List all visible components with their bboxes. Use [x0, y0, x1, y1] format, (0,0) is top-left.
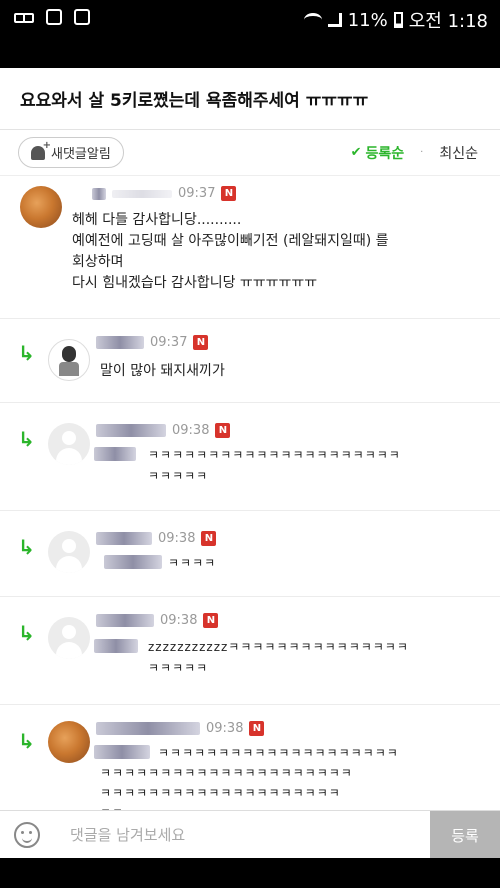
reply-arrow-icon: ↳ — [18, 427, 35, 451]
post-title: 요요와서 살 5키로쪘는데 욕좀해주세여 ㅠㅠㅠㅠ — [20, 91, 369, 111]
comment-meta: 09:38 N — [96, 721, 265, 736]
submit-button[interactable]: 등록 — [430, 811, 500, 858]
author-name-redacted[interactable] — [96, 614, 154, 627]
comment-text: 헤헤 다들 감사합니당.......... 예예전에 고딩때 살 아주많이빼기전… — [72, 212, 389, 291]
author-name-redacted — [112, 189, 172, 198]
comment-text: zzzzzzzzzzzㅋㅋㅋㅋㅋㅋㅋㅋㅋㅋㅋㅋㅋㅋㅋ ㅋㅋㅋㅋㅋ — [148, 640, 409, 675]
new-badge: N — [201, 531, 217, 546]
mention-redacted — [104, 555, 162, 569]
bell-icon — [31, 140, 51, 160]
avatar[interactable] — [20, 186, 62, 228]
comment-text: ㅋㅋㅋㅋ — [168, 556, 217, 570]
comment-meta: 09:37 N — [92, 186, 237, 201]
comment-time: 09:38 — [160, 613, 198, 628]
battery-percent: 11% — [347, 9, 388, 31]
sort-separator: · — [420, 147, 424, 158]
comment-toolbar: 새댓글알림 ✔ 등록순 · 최신순 — [0, 130, 500, 176]
reply-arrow-icon: ↳ — [18, 729, 35, 753]
avatar[interactable] — [48, 721, 90, 763]
notification-icons — [14, 9, 90, 25]
author-name-redacted[interactable] — [96, 532, 152, 545]
battery-icon — [393, 12, 403, 28]
reply-arrow-icon: ↳ — [18, 341, 35, 365]
new-comment-alert-button[interactable]: 새댓글알림 — [18, 137, 124, 168]
sort-options: ✔ 등록순 · 최신순 — [351, 143, 478, 163]
sort-by-registered[interactable]: ✔ 등록순 — [351, 143, 405, 163]
comment-input[interactable] — [70, 819, 410, 851]
comment-screen: 요요와서 살 5키로쪘는데 욕좀해주세여 ㅠㅠㅠㅠ 새댓글알림 ✔ 등록순 · … — [0, 68, 500, 858]
comment-time: 09:37 — [150, 335, 188, 350]
new-badge: N — [193, 335, 209, 350]
signal-icon — [327, 13, 342, 27]
avatar[interactable] — [48, 617, 90, 659]
check-icon: ✔ — [350, 145, 362, 160]
avatar[interactable] — [48, 531, 90, 573]
doc-icon — [74, 9, 90, 25]
alert-label: 새댓글알림 — [51, 147, 111, 162]
comment-item: 09:37 N 헤헤 다들 감사합니당.......... 예예전에 고딩때 살… — [0, 176, 500, 319]
comment-time: 09:37 — [178, 186, 216, 201]
author-name-redacted[interactable] — [96, 722, 200, 735]
comment-meta: 09:38 N — [96, 423, 231, 438]
comment-time: 09:38 — [172, 423, 210, 438]
author-name-redacted[interactable] — [96, 336, 144, 349]
comment-input-bar: 등록 — [0, 810, 500, 858]
reply-item: ↳ 09:38 N zzzzzzzzzzzㅋㅋㅋㅋㅋㅋㅋㅋㅋㅋㅋㅋㅋㅋㅋ ㅋㅋㅋ… — [0, 597, 500, 705]
avatar[interactable] — [48, 339, 90, 381]
new-badge: N — [249, 721, 265, 736]
system-status: 11% 오전 1:18 — [303, 7, 488, 33]
new-badge: N — [221, 186, 237, 201]
status-gap — [0, 38, 500, 68]
wifi-icon — [303, 13, 322, 27]
bottom-bezel — [0, 858, 500, 888]
avatar[interactable] — [48, 423, 90, 465]
sort-by-latest[interactable]: 최신순 — [439, 143, 478, 163]
reply-item: ↳ 09:38 N ㅋㅋㅋㅋㅋㅋㅋㅋㅋㅋㅋㅋㅋㅋㅋㅋㅋㅋㅋㅋㅋ ㅋㅋㅋㅋㅋ — [0, 403, 500, 511]
comment-meta: 09:37 N — [96, 335, 209, 350]
comment-meta: 09:38 N — [96, 613, 219, 628]
glasses-icon — [14, 9, 34, 25]
comment-time: 09:38 — [158, 531, 196, 546]
author-name-redacted[interactable] — [96, 424, 166, 437]
clock: 오전 1:18 — [408, 11, 488, 32]
reply-item: ↳ 09:38 N ㅋㅋㅋㅋㅋㅋㅋㅋㅋㅋㅋㅋㅋㅋㅋㅋㅋㅋㅋㅋ ㅋㅋㅋㅋㅋㅋㅋㅋㅋ… — [0, 705, 500, 825]
new-badge: N — [215, 423, 231, 438]
comment-time: 09:38 — [206, 721, 244, 736]
comment-text: ㅋㅋㅋㅋㅋㅋㅋㅋㅋㅋㅋㅋㅋㅋㅋㅋㅋㅋㅋㅋㅋ ㅋㅋㅋㅋㅋ — [148, 448, 401, 483]
comment-text: 말이 많아 돼지새끼가 — [100, 363, 225, 379]
mention-redacted — [94, 447, 136, 461]
post-header: 요요와서 살 5키로쪘는데 욕좀해주세여 ㅠㅠㅠㅠ — [0, 68, 500, 130]
new-badge: N — [203, 613, 219, 628]
reply-arrow-icon: ↳ — [18, 621, 35, 645]
mention-redacted — [94, 639, 138, 653]
image-icon — [46, 9, 62, 25]
emoji-icon[interactable] — [14, 821, 40, 848]
sort-active-label: 등록순 — [365, 145, 405, 162]
author-name-redacted[interactable] — [92, 187, 106, 200]
comment-meta: 09:38 N — [96, 531, 217, 546]
reply-arrow-icon: ↳ — [18, 535, 35, 559]
reply-item: ↳ 09:38 N ㅋㅋㅋㅋ — [0, 511, 500, 597]
status-bar: 11% 오전 1:18 — [0, 0, 500, 38]
reply-item: ↳ 09:37 N 말이 많아 돼지새끼가 — [0, 319, 500, 403]
comment-list: 09:37 N 헤헤 다들 감사합니당.......... 예예전에 고딩때 살… — [0, 176, 500, 825]
